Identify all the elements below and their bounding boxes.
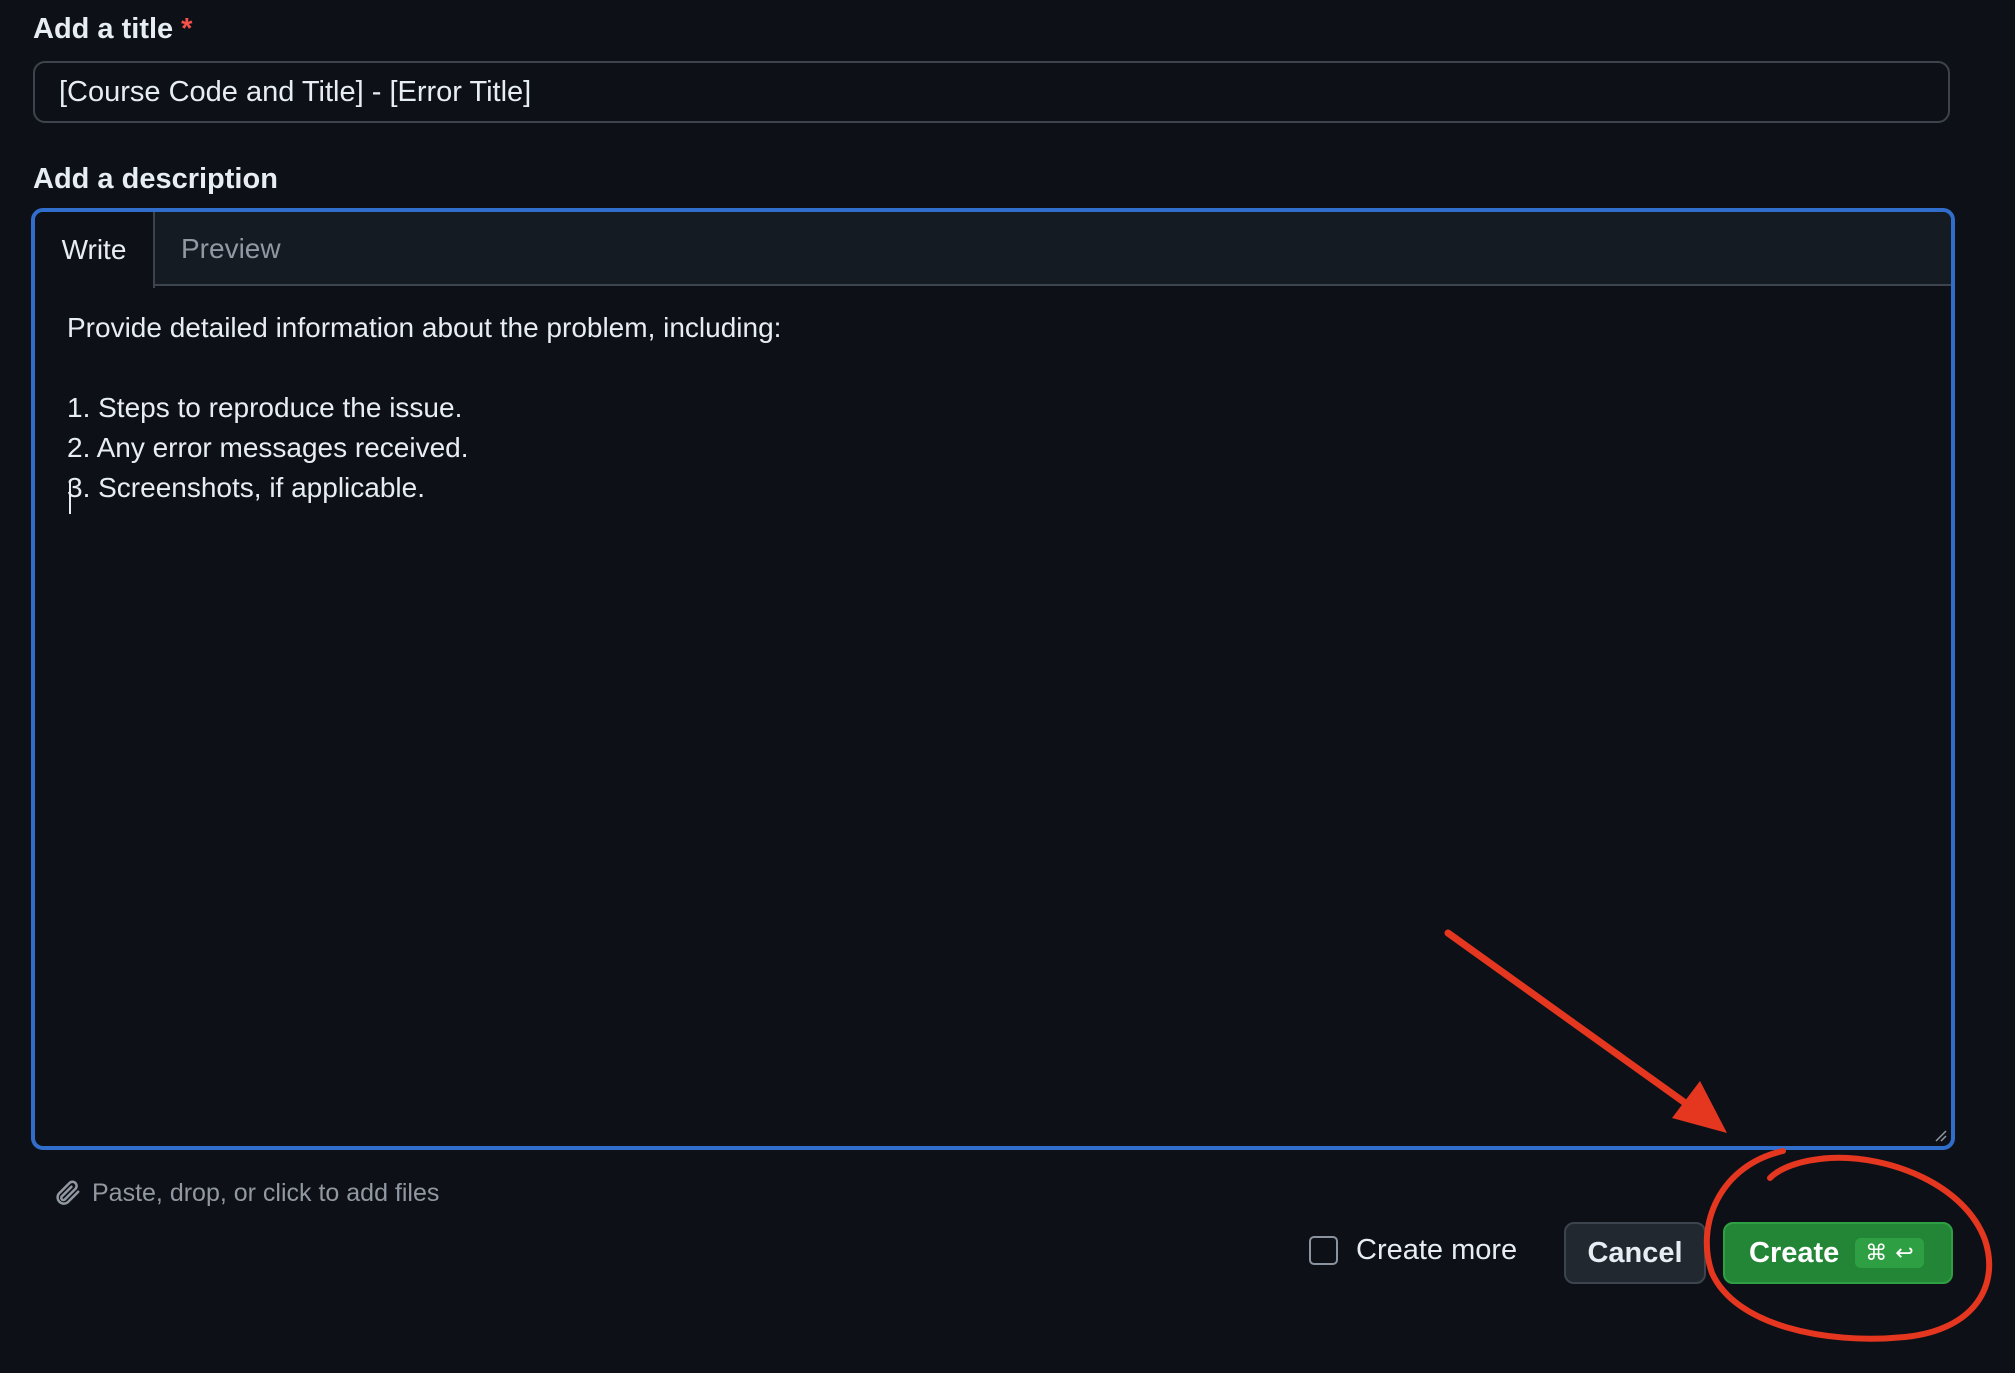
text-cursor [69,482,71,514]
enter-key-icon: ↩ [1895,1240,1914,1265]
command-key-icon: ⌘ [1865,1240,1888,1265]
editor-header: Write Preview [35,212,1951,288]
required-asterisk: * [181,13,193,45]
attach-files-area[interactable]: Paste, drop, or click to add files [52,1178,439,1208]
tab-preview[interactable]: Preview [181,212,281,286]
description-label: Add a description [33,163,278,195]
description-textarea[interactable]: Provide detailed information about the p… [35,286,1951,1146]
description-editor: Write Preview Provide detailed informati… [31,208,1955,1150]
create-button-label: Create [1749,1236,1840,1269]
title-label-text: Add a title [33,13,174,45]
attach-files-hint: Paste, drop, or click to add files [92,1178,440,1207]
keyboard-shortcut-badge: ⌘ ↩ [1855,1238,1924,1268]
paperclip-icon [56,1180,80,1205]
create-button[interactable]: Create ⌘ ↩ [1723,1222,1953,1284]
create-more-checkbox[interactable] [1309,1236,1338,1265]
title-input-value: [Course Code and Title] - [Error Title] [59,75,532,108]
create-more-toggle[interactable]: Create more [1309,1234,1517,1267]
create-more-label: Create more [1356,1234,1518,1266]
title-input[interactable]: [Course Code and Title] - [Error Title] [33,61,1950,123]
cancel-button[interactable]: Cancel [1564,1222,1706,1284]
resize-handle-icon[interactable] [1933,1128,1947,1142]
title-label: Add a title * [33,15,192,44]
new-issue-form: Add a title * [Course Code and Title] - [… [0,0,2015,1373]
tab-write[interactable]: Write [35,212,155,288]
